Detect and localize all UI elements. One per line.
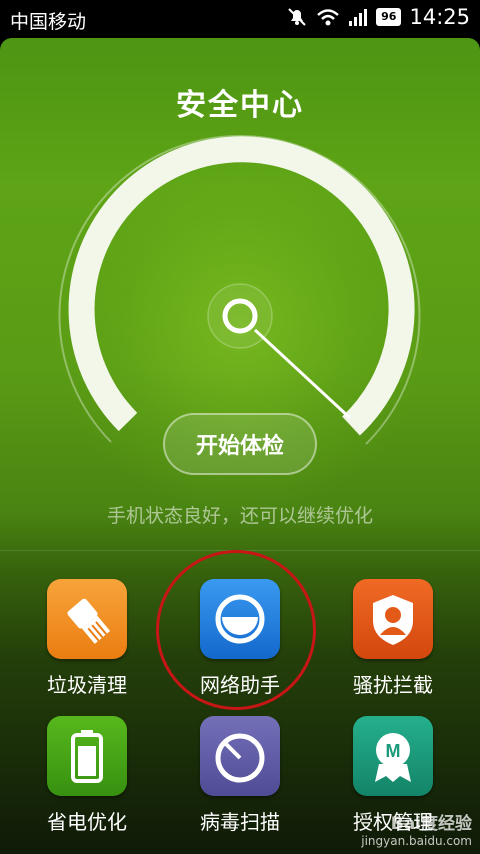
signal-icon: [349, 9, 368, 26]
battery-icon: [47, 716, 127, 796]
carrier-name: 中国移动: [10, 11, 87, 33]
security-center-screen: 安全中心 开始体检 手机状态良好，还可以继续优化 垃圾清理 网络助手 骚扰拦截 …: [0, 38, 480, 854]
tool-power-saving[interactable]: 省电优化: [12, 716, 162, 835]
clock: 14:25: [409, 5, 470, 29]
notifications-muted-icon: [288, 8, 306, 26]
tool-trash-cleanup[interactable]: 垃圾清理: [12, 579, 162, 698]
start-checkup-button[interactable]: 开始体检: [163, 413, 317, 475]
virus-scan-icon: [200, 716, 280, 796]
tool-label: 垃圾清理: [47, 673, 127, 697]
highlight-circle: [156, 550, 316, 710]
broom-icon: [47, 579, 127, 659]
tool-label: 省电优化: [47, 810, 127, 834]
gauge-needle: [253, 328, 352, 420]
wifi-icon: [317, 9, 339, 26]
shield-icon: [353, 579, 433, 659]
watermark-url: jingyan.baidu.com: [361, 834, 472, 848]
watermark-logo: Bai度经验: [390, 814, 472, 834]
battery-indicator: 96: [376, 8, 402, 26]
watermark: Bai度经验 jingyan.baidu.com: [361, 809, 472, 848]
status-message: 手机状态良好，还可以继续优化: [106, 505, 373, 527]
status-icons: 96 14:25: [286, 5, 470, 29]
badge-icon: M: [353, 716, 433, 796]
tool-label: 骚扰拦截: [353, 673, 433, 697]
tool-virus-scan[interactable]: 病毒扫描: [165, 716, 315, 835]
status-bar: 中国移动 96 14:25: [0, 0, 480, 38]
svg-text:M: M: [386, 741, 401, 761]
tool-harassment-block[interactable]: 骚扰拦截: [318, 579, 468, 698]
tool-label: 病毒扫描: [200, 810, 280, 834]
